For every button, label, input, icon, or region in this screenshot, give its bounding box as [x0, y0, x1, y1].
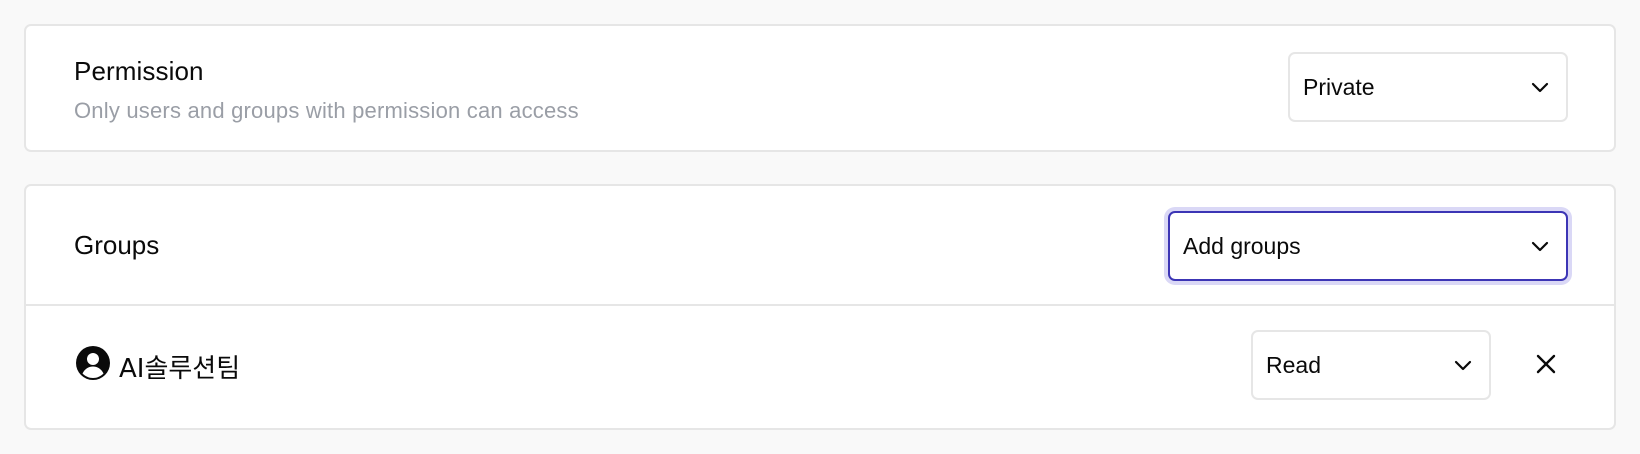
add-groups-select[interactable]: Add groups: [1168, 211, 1568, 281]
groups-card: Groups Add groups AI솔루션팀 Read: [24, 184, 1616, 430]
user-circle-icon: [76, 346, 110, 380]
chevron-down-icon: [1531, 82, 1549, 93]
chevron-down-icon: [1454, 360, 1472, 371]
chevron-down-icon: [1531, 241, 1549, 252]
group-role-value: Read: [1266, 351, 1321, 378]
group-name: AI솔루션팀: [119, 354, 241, 384]
permission-select-value: Private: [1303, 73, 1375, 100]
group-list-item: AI솔루션팀 Read: [26, 306, 1614, 428]
permission-title: Permission: [74, 56, 204, 86]
close-icon: [1536, 354, 1556, 374]
permission-description: Only users and groups with permission ca…: [74, 98, 579, 123]
permission-select[interactable]: Private: [1288, 52, 1568, 122]
groups-title: Groups: [74, 230, 160, 260]
permission-card: Permission Only users and groups with pe…: [24, 24, 1616, 152]
add-groups-placeholder: Add groups: [1183, 232, 1301, 259]
group-role-select[interactable]: Read: [1251, 330, 1491, 400]
remove-group-button[interactable]: [1526, 344, 1566, 384]
